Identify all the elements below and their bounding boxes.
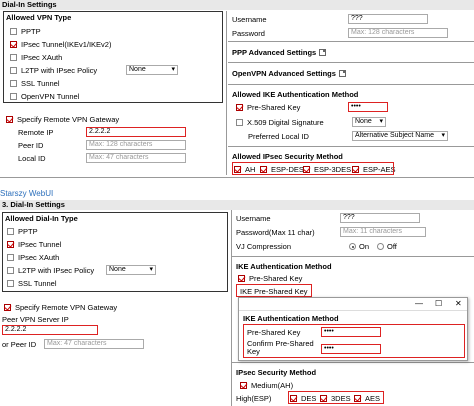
remote-ip-label: Remote IP bbox=[18, 128, 54, 137]
divider bbox=[226, 11, 227, 175]
x509-option[interactable]: X.509 Digital Signature bbox=[236, 118, 324, 127]
ppp-advanced-settings-link[interactable]: PPP Advanced Settings bbox=[232, 48, 327, 57]
divider bbox=[232, 256, 474, 257]
dial-option-ssl[interactable]: SSL Tunnel bbox=[7, 279, 57, 288]
ipsec-methods-highlight bbox=[232, 162, 394, 175]
pre-shared-key-option[interactable]: Pre-Shared Key bbox=[236, 103, 300, 112]
vpn-option-l2tp[interactable]: L2TP with IPsec Policy bbox=[10, 66, 97, 75]
minimize-icon[interactable]: — bbox=[415, 299, 423, 308]
maximize-icon[interactable]: ☐ bbox=[435, 299, 442, 308]
divider bbox=[228, 146, 474, 147]
allowed-vpn-type-title: Allowed VPN Type bbox=[6, 13, 72, 22]
checkbox-checked[interactable] bbox=[238, 275, 245, 282]
popup-titlebar: — ☐ ✕ bbox=[239, 298, 467, 311]
ike-auth-title: IKE Authentication Method bbox=[236, 262, 332, 271]
peer-id-label: Peer ID bbox=[18, 141, 44, 150]
ipsec-high-esp-label: High(ESP) bbox=[236, 394, 272, 403]
vj-off-radio[interactable] bbox=[377, 243, 385, 250]
checkbox-checked[interactable] bbox=[6, 116, 13, 123]
pre-shared-key-option[interactable]: Pre-Shared Key bbox=[238, 274, 302, 283]
peer-vpn-server-ip-input[interactable]: 2.2.2.2 bbox=[2, 325, 98, 335]
vpn-option-pptp[interactable]: PPTP bbox=[10, 27, 41, 36]
checkbox[interactable] bbox=[236, 119, 243, 126]
bottom-section-title: 3. Dial-In Settings bbox=[0, 200, 474, 210]
dial-option-ipsec-tunnel[interactable]: IPsec Tunnel bbox=[7, 240, 61, 249]
local-id-input[interactable]: Max: 47 characters bbox=[86, 153, 186, 163]
password-label: Password bbox=[232, 29, 265, 38]
ike-auth-title: Allowed IKE Authentication Method bbox=[232, 90, 359, 99]
ipsec-high-highlight bbox=[288, 391, 384, 404]
remote-ip-input[interactable]: 2.2.2.2 bbox=[86, 127, 186, 137]
divider bbox=[232, 362, 474, 363]
or-peer-id-input[interactable]: Max: 47 characters bbox=[44, 339, 144, 349]
external-link-icon bbox=[319, 49, 327, 56]
vpn-option-ssl[interactable]: SSL Tunnel bbox=[10, 79, 60, 88]
dial-option-ipsec-xauth[interactable]: IPsec XAuth bbox=[7, 253, 59, 262]
divider bbox=[228, 41, 474, 42]
divider bbox=[228, 84, 474, 85]
dial-option-pptp[interactable]: PPTP bbox=[7, 227, 38, 236]
x509-select[interactable]: None bbox=[352, 117, 386, 127]
vpn-option-ipsec-xauth[interactable]: IPsec XAuth bbox=[10, 53, 62, 62]
l2tp-policy-select[interactable]: None bbox=[106, 265, 156, 275]
password-label: Password(Max 11 char) bbox=[236, 228, 315, 237]
vpn-option-openvpn[interactable]: OpenVPN Tunnel bbox=[10, 92, 79, 101]
openvpn-advanced-settings-link[interactable]: OpenVPN Advanced Settings bbox=[232, 69, 346, 78]
specify-remote-gateway[interactable]: Specify Remote VPN Gateway bbox=[6, 115, 119, 124]
preferred-local-id-label: Preferred Local ID bbox=[248, 132, 309, 141]
checkbox[interactable] bbox=[7, 280, 14, 287]
or-peer-id-label: or Peer ID bbox=[2, 340, 37, 349]
checkbox-checked[interactable] bbox=[4, 304, 11, 311]
checkbox[interactable] bbox=[10, 93, 17, 100]
specify-remote-gateway[interactable]: Specify Remote VPN Gateway bbox=[4, 303, 117, 312]
divider bbox=[0, 177, 474, 178]
password-input[interactable]: Max: 11 characters bbox=[340, 227, 426, 237]
vpn-option-ipsec-tunnel[interactable]: IPsec Tunnel(IKEv1/IKEv2) bbox=[10, 40, 111, 49]
checkbox-checked[interactable] bbox=[236, 104, 243, 111]
dial-option-l2tp[interactable]: L2TP with IPsec Policy bbox=[7, 266, 94, 275]
checkbox[interactable] bbox=[10, 54, 17, 61]
checkbox-checked[interactable] bbox=[240, 382, 247, 389]
popup-fields-highlight bbox=[243, 324, 465, 358]
vj-compression: VJ Compression On Off bbox=[236, 242, 397, 251]
checkbox[interactable] bbox=[10, 80, 17, 87]
old-webui-link[interactable]: Starszy WebUI bbox=[0, 189, 53, 198]
checkbox[interactable] bbox=[7, 254, 14, 261]
external-link-icon bbox=[338, 70, 346, 77]
divider bbox=[231, 210, 232, 406]
ike-psk-highlight bbox=[236, 284, 312, 297]
peer-vpn-server-ip-label: Peer VPN Server IP bbox=[2, 315, 69, 324]
preferred-local-id-select[interactable]: Alternative Subject Name bbox=[352, 131, 448, 141]
close-icon[interactable]: ✕ bbox=[455, 299, 462, 308]
username-input[interactable]: ??? bbox=[340, 213, 420, 223]
ike-auth-popup: — ☐ ✕ IKE Authentication Method Pre-Shar… bbox=[238, 297, 468, 361]
popup-title: IKE Authentication Method bbox=[243, 314, 339, 323]
ipsec-security-title: IPsec Security Method bbox=[236, 368, 317, 377]
checkbox-checked[interactable] bbox=[7, 241, 14, 248]
peer-id-input[interactable]: Max: 128 characters bbox=[86, 140, 186, 150]
username-label: Username bbox=[232, 15, 267, 24]
checkbox[interactable] bbox=[10, 67, 17, 74]
pre-shared-key-input[interactable]: •••• bbox=[348, 102, 388, 112]
divider bbox=[228, 62, 474, 63]
checkbox[interactable] bbox=[7, 228, 14, 235]
checkbox[interactable] bbox=[7, 267, 14, 274]
username-input[interactable]: ??? bbox=[348, 14, 428, 24]
allowed-dial-in-type-title: Allowed Dial-In Type bbox=[5, 214, 78, 223]
checkbox-checked[interactable] bbox=[10, 41, 17, 48]
top-section-title: Dial-In Settings bbox=[0, 0, 474, 10]
username-label: Username bbox=[236, 214, 271, 223]
password-input[interactable]: Max: 128 characters bbox=[348, 28, 448, 38]
l2tp-policy-select[interactable]: None bbox=[126, 65, 178, 75]
vj-on-radio[interactable] bbox=[349, 243, 356, 250]
local-id-label: Local ID bbox=[18, 154, 46, 163]
checkbox[interactable] bbox=[10, 28, 17, 35]
ipsec-medium-ah[interactable]: Medium(AH) bbox=[240, 381, 293, 390]
ipsec-security-title: Allowed IPsec Security Method bbox=[232, 152, 343, 161]
